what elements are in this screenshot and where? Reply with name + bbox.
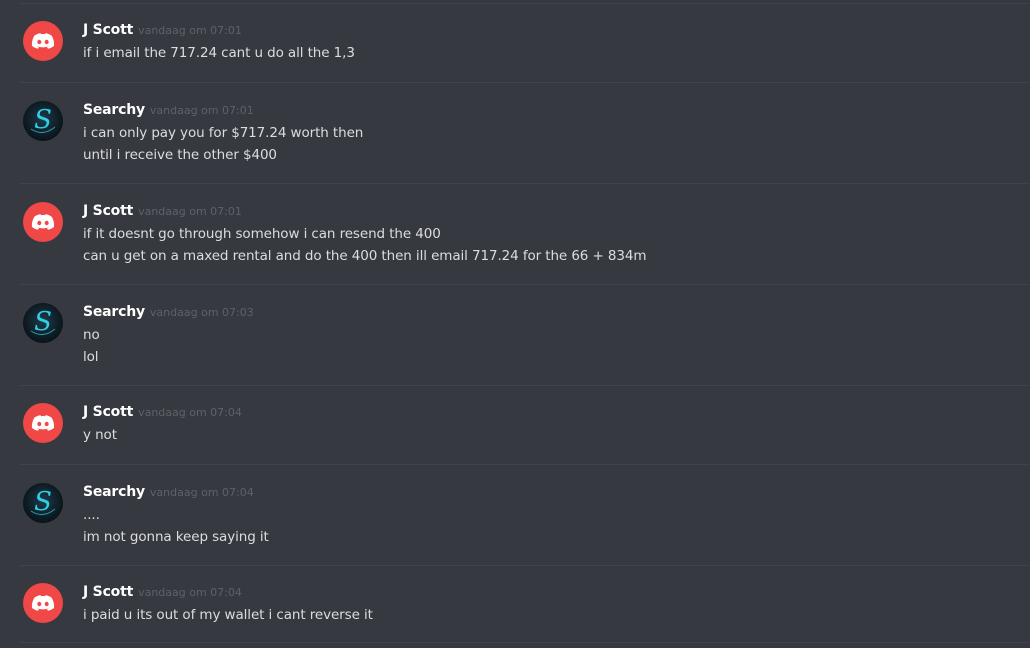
message-timestamp: vandaag om 07:03 (149, 306, 254, 319)
message-author[interactable]: Searchy vandaag om 07:04 (83, 484, 254, 500)
message-timestamp: vandaag om 07:01 (138, 205, 242, 218)
message-divider (20, 565, 1030, 566)
searchy-s-logo-icon[interactable]: S (23, 101, 63, 141)
author-name[interactable]: J Scott (83, 22, 133, 38)
message-author[interactable]: J Scott vandaag om 07:04 (83, 584, 242, 600)
discord-logo-icon[interactable] (23, 21, 63, 61)
discord-logo-icon[interactable] (23, 583, 63, 623)
message-author[interactable]: J Scott vandaag om 07:04 (83, 404, 242, 420)
message-text: i paid u its out of my wallet i cant rev… (83, 607, 373, 623)
message-divider (20, 183, 1030, 184)
message-text: i can only pay you for $717.24 worth the… (83, 125, 364, 141)
message-text: if it doesnt go through somehow i can re… (83, 226, 441, 242)
message-divider (20, 464, 1030, 465)
message-timestamp: vandaag om 07:01 (149, 104, 254, 117)
message-divider (20, 3, 1030, 4)
message-timestamp: vandaag om 07:04 (138, 586, 242, 599)
message-text: im not gonna keep saying it (83, 529, 269, 545)
message-timestamp: vandaag om 07:04 (138, 406, 242, 419)
message-divider (20, 82, 1030, 83)
message-text: .... (83, 507, 100, 523)
searchy-s-logo-icon[interactable]: S (23, 483, 63, 523)
message-author[interactable]: Searchy vandaag om 07:01 (83, 102, 254, 118)
author-name[interactable]: J Scott (83, 584, 133, 600)
message-author[interactable]: Searchy vandaag om 07:03 (83, 304, 254, 320)
message-divider (20, 385, 1030, 386)
message-text: can u get on a maxed rental and do the 4… (83, 248, 647, 264)
message-text: no (83, 327, 100, 343)
message-text: if i email the 717.24 cant u do all the … (83, 45, 355, 61)
message-text: lol (83, 349, 99, 365)
message-text: y not (83, 427, 117, 443)
searchy-s-logo-icon[interactable]: S (23, 303, 63, 343)
author-name[interactable]: Searchy (83, 304, 145, 320)
message-divider (20, 284, 1030, 285)
message-author[interactable]: J Scott vandaag om 07:01 (83, 22, 242, 38)
message-timestamp: vandaag om 07:01 (138, 24, 242, 37)
discord-logo-icon[interactable] (23, 202, 63, 242)
author-name[interactable]: J Scott (83, 404, 133, 420)
chat-message-list: J Scott vandaag om 07:01 if i email the 7… (0, 0, 1030, 648)
author-name[interactable]: Searchy (83, 102, 145, 118)
message-text: until i receive the other $400 (83, 147, 277, 163)
message-timestamp: vandaag om 07:04 (149, 486, 254, 499)
author-name[interactable]: J Scott (83, 203, 133, 219)
author-name[interactable]: Searchy (83, 484, 145, 500)
message-divider (20, 642, 1030, 643)
discord-logo-icon[interactable] (23, 403, 63, 443)
message-author[interactable]: J Scott vandaag om 07:01 (83, 203, 242, 219)
